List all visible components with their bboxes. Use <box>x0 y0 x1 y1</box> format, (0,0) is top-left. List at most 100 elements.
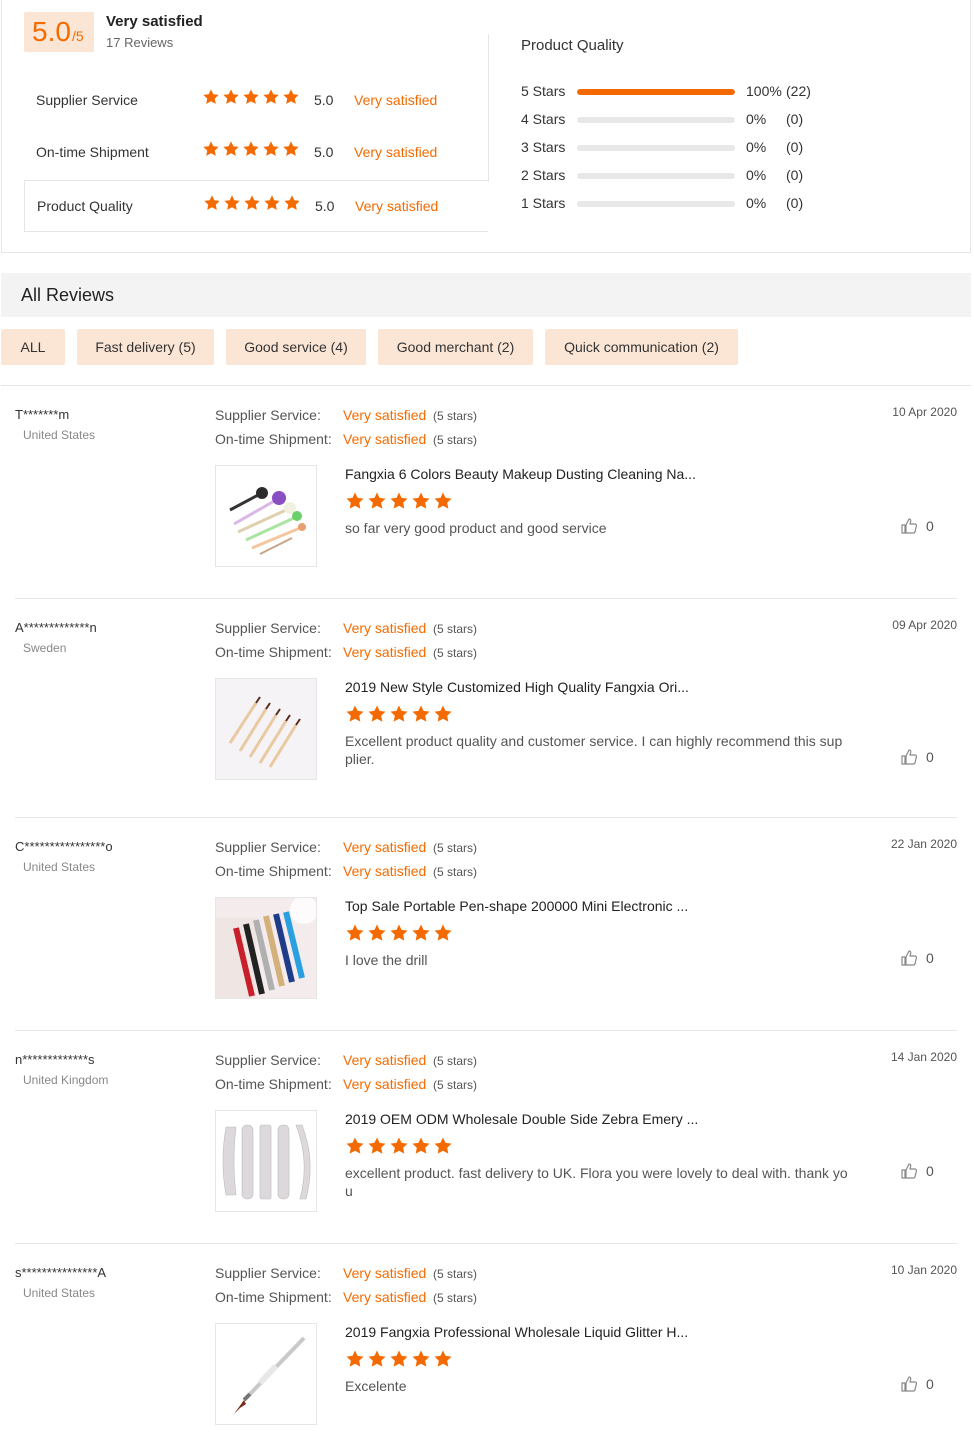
shipment-stars: (5 stars) <box>433 1078 478 1092</box>
review-item: A*************n Sweden Supplier Service:… <box>0 618 974 815</box>
star-icon <box>368 705 386 722</box>
review-item: T*******m United States Supplier Service… <box>0 405 974 597</box>
like-button[interactable]: 0 <box>900 748 934 766</box>
all-reviews-header: All Reviews <box>1 273 971 317</box>
overall-score: 5.0 <box>32 16 71 47</box>
supplier-service-label: Supplier Service: <box>215 839 321 855</box>
star-icon <box>243 141 259 156</box>
like-button[interactable]: 0 <box>900 949 934 967</box>
star-icon <box>368 924 386 941</box>
distribution-percent: 0% <box>746 167 767 183</box>
product-title[interactable]: 2019 OEM ODM Wholesale Double Side Zebra… <box>345 1111 845 1127</box>
distribution-count: (0) <box>786 111 804 127</box>
review-comment: Excelente <box>345 1378 407 1394</box>
thumbs-up-icon <box>901 950 918 966</box>
star-icon <box>284 195 300 210</box>
review-comment: I love the drill <box>345 952 428 968</box>
star-icon <box>223 89 239 104</box>
supplier-service-label: Supplier Service: <box>215 407 321 423</box>
star-icon <box>203 141 219 156</box>
metric-row-on-time-shipment[interactable]: On-time Shipment 5.0 Very satisfied <box>24 128 488 180</box>
distribution-bar <box>577 89 735 95</box>
pen-drills-icon <box>216 898 316 998</box>
supplier-service-stars: (5 stars) <box>433 841 478 855</box>
product-thumbnail[interactable] <box>215 1110 317 1212</box>
filter-tag-all[interactable]: ALL <box>1 329 65 365</box>
divider <box>1 385 971 386</box>
filter-tag-quick-communication[interactable]: Quick communication (2) <box>545 329 738 365</box>
star-icon <box>263 89 279 104</box>
supplier-service-label: Supplier Service: <box>215 1052 321 1068</box>
star-icon <box>224 195 240 210</box>
like-button[interactable]: 0 <box>900 1375 934 1393</box>
star-icon <box>204 195 220 210</box>
metric-stars <box>202 88 300 106</box>
distribution-label: 5 Stars <box>521 83 566 99</box>
star-icon <box>263 141 279 156</box>
distribution-bar <box>577 117 735 123</box>
product-thumbnail[interactable] <box>215 1323 317 1425</box>
divider <box>15 817 957 818</box>
product-thumbnail[interactable] <box>215 465 317 567</box>
distribution-count: (0) <box>786 139 804 155</box>
review-item: C****************o United States Supplie… <box>0 837 974 1029</box>
supplier-service-value: Very satisfied <box>343 620 427 636</box>
metric-row-product-quality[interactable]: Product Quality 5.0 Very satisfied <box>24 180 488 232</box>
product-thumbnail[interactable] <box>215 678 317 780</box>
star-icon <box>244 195 260 210</box>
shipment-label: On-time Shipment: <box>215 431 332 447</box>
reviewer-country: United Kingdom <box>23 1073 109 1087</box>
product-thumbnail[interactable] <box>215 897 317 999</box>
review-item: s***************A United States Supplier… <box>0 1263 974 1435</box>
thumbs-up-icon <box>901 518 918 534</box>
star-icon <box>412 924 430 941</box>
filter-tag-good-service[interactable]: Good service (4) <box>226 329 366 365</box>
star-icon <box>390 1350 408 1367</box>
like-button[interactable]: 0 <box>900 1162 934 1180</box>
star-icon <box>346 492 364 509</box>
reviewer-name: s***************A <box>15 1265 107 1280</box>
makeup-brushes-icon <box>216 466 316 566</box>
distribution-label: 1 Stars <box>521 195 566 211</box>
filter-tag-good-merchant[interactable]: Good merchant (2) <box>378 329 533 365</box>
product-title[interactable]: Top Sale Portable Pen-shape 200000 Mini … <box>345 898 845 914</box>
distribution-bar <box>577 173 735 179</box>
supplier-service-value: Very satisfied <box>343 839 427 855</box>
nail-art-brushes-icon <box>216 679 316 779</box>
distribution-percent: 0% <box>746 139 767 155</box>
product-title[interactable]: 2019 New Style Customized High Quality F… <box>345 679 845 695</box>
like-button[interactable]: 0 <box>900 517 934 535</box>
review-rating-stars <box>345 704 453 724</box>
shipment-stars: (5 stars) <box>433 433 478 447</box>
divider <box>15 1243 957 1244</box>
review-item: n*************s United Kingdom Supplier … <box>0 1050 974 1242</box>
distribution-label: 3 Stars <box>521 139 566 155</box>
thumbs-up-icon <box>901 1376 918 1392</box>
overall-score-suffix: /5 <box>72 28 84 44</box>
like-count: 0 <box>926 749 934 765</box>
star-icon <box>283 141 299 156</box>
star-icon <box>434 492 452 509</box>
star-icon <box>346 705 364 722</box>
shipment-stars: (5 stars) <box>433 865 478 879</box>
star-icon <box>346 1350 364 1367</box>
like-count: 0 <box>926 518 934 534</box>
filter-tag-fast-delivery[interactable]: Fast delivery (5) <box>77 329 214 365</box>
product-title[interactable]: Fangxia 6 Colors Beauty Makeup Dusting C… <box>345 466 845 482</box>
review-rating-stars <box>345 491 453 511</box>
distribution-row: 4 Stars 0% (0) <box>521 111 841 131</box>
shipment-label: On-time Shipment: <box>215 1289 332 1305</box>
distribution-count: (22) <box>786 83 811 99</box>
product-title[interactable]: 2019 Fangxia Professional Wholesale Liqu… <box>345 1324 845 1340</box>
review-date: 09 Apr 2020 <box>892 618 957 632</box>
star-icon <box>390 1137 408 1154</box>
distribution-label: 2 Stars <box>521 167 566 183</box>
metric-row-supplier-service[interactable]: Supplier Service 5.0 Very satisfied <box>24 76 488 128</box>
distribution-bar <box>577 201 735 207</box>
star-icon <box>412 1137 430 1154</box>
distribution-row: 1 Stars 0% (0) <box>521 195 841 215</box>
star-icon <box>434 705 452 722</box>
reviewer-name: n*************s <box>15 1052 95 1067</box>
thumbs-up-icon <box>901 1163 918 1179</box>
review-comment: Excellent product quality and customer s… <box>345 733 843 767</box>
